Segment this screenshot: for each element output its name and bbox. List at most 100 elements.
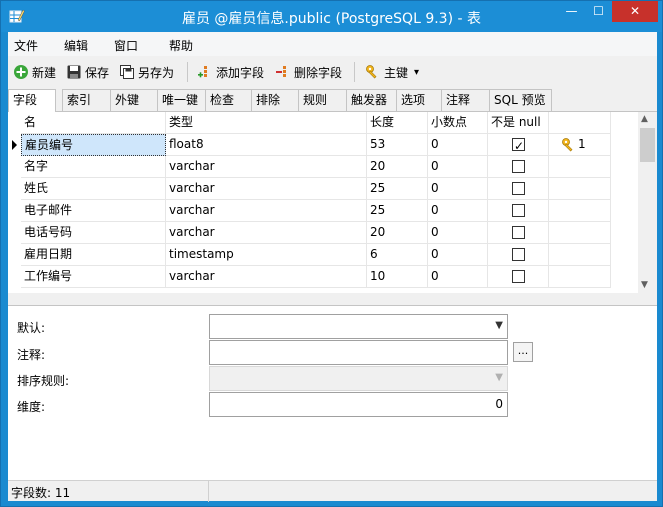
cell-type[interactable]: timestamp (166, 244, 367, 266)
column-header-decimals[interactable]: 小数点 (428, 112, 488, 134)
current-row-icon (12, 140, 17, 150)
tab-sql-preview[interactable]: SQL 预览 (489, 89, 552, 111)
cell-type[interactable]: float8 (166, 134, 367, 156)
cell-key[interactable] (549, 178, 611, 200)
cell-type[interactable]: varchar (166, 178, 367, 200)
tab-comments[interactable]: 注释 (441, 89, 490, 111)
not-null-checkbox[interactable] (512, 270, 525, 283)
menu-window[interactable]: 窗口 (114, 37, 138, 54)
cell-name[interactable]: 姓氏 (21, 178, 166, 200)
row-indicator[interactable] (8, 178, 21, 200)
row-indicator[interactable] (8, 244, 21, 266)
cell-length[interactable]: 10 (367, 266, 428, 288)
cell-name[interactable]: 工作编号 (21, 266, 166, 288)
cell-key[interactable] (549, 222, 611, 244)
fields-grid[interactable]: 名 类型 长度 小数点 不是 null 雇员编号float85301名字varc… (8, 112, 638, 294)
tab-foreign-keys[interactable]: 外键 (110, 89, 158, 111)
menu-edit[interactable]: 编辑 (64, 37, 88, 54)
cell-key[interactable] (549, 156, 611, 178)
cell-name[interactable]: 电话号码 (21, 222, 166, 244)
cell-decimals[interactable]: 0 (428, 156, 488, 178)
default-select[interactable]: ▼ (209, 314, 508, 339)
not-null-checkbox[interactable] (512, 182, 525, 195)
cell-decimals[interactable]: 0 (428, 244, 488, 266)
cell-type[interactable]: varchar (166, 222, 367, 244)
cell-length[interactable]: 25 (367, 178, 428, 200)
cell-key[interactable] (549, 244, 611, 266)
cell-decimals[interactable]: 0 (428, 266, 488, 288)
cell-length[interactable]: 20 (367, 156, 428, 178)
comment-ellipsis-button[interactable]: ... (513, 342, 533, 362)
menu-help[interactable]: 帮助 (169, 37, 193, 54)
close-button[interactable]: ✕ (612, 1, 658, 22)
tab-checks[interactable]: 检查 (205, 89, 252, 111)
not-null-checkbox[interactable] (512, 248, 525, 261)
cell-decimals[interactable]: 0 (428, 134, 488, 156)
scrollbar-thumb[interactable] (640, 128, 655, 162)
add-field-button[interactable]: 添加字段 (197, 62, 264, 82)
column-header-length[interactable]: 长度 (367, 112, 428, 134)
title-bar[interactable]: 雇员 @雇员信息.public (PostgreSQL 9.3) - 表 — ☐… (1, 1, 662, 32)
field-properties-pane: 默认: ▼ 注释: ... 排序规则: ▼ 维度: 0 (8, 305, 657, 480)
cell-decimals[interactable]: 0 (428, 200, 488, 222)
scroll-down-icon[interactable]: ▼ (641, 280, 648, 290)
chevron-down-icon[interactable]: ▾ (414, 67, 419, 78)
dimension-input[interactable]: 0 (209, 392, 508, 417)
cell-key[interactable] (549, 266, 611, 288)
column-header-not-null[interactable]: 不是 null (488, 112, 549, 134)
cell-key[interactable] (549, 200, 611, 222)
new-icon (14, 65, 28, 79)
column-header-name[interactable]: 名 (21, 112, 166, 134)
tab-unique-keys[interactable]: 唯一键 (157, 89, 206, 111)
cell-name[interactable]: 雇用日期 (21, 244, 166, 266)
minimize-button[interactable]: — (558, 1, 585, 22)
row-indicator[interactable] (8, 156, 21, 178)
vertical-scrollbar[interactable]: ▲ ▼ (638, 112, 657, 294)
cell-name[interactable]: 雇员编号 (21, 134, 166, 156)
not-null-checkbox[interactable] (512, 226, 525, 239)
cell-length[interactable]: 6 (367, 244, 428, 266)
scroll-up-icon[interactable]: ▲ (641, 114, 648, 124)
primary-key-button[interactable]: 主键 ▾ (365, 62, 419, 82)
not-null-checkbox[interactable] (512, 160, 525, 173)
dimension-value: 0 (495, 397, 503, 411)
delete-field-button[interactable]: 删除字段 (275, 62, 342, 82)
cell-name[interactable]: 名字 (21, 156, 166, 178)
tab-rules[interactable]: 规则 (298, 89, 347, 111)
row-indicator[interactable] (8, 266, 21, 288)
tab-options[interactable]: 选项 (396, 89, 442, 111)
row-indicator[interactable] (8, 200, 21, 222)
tab-fields[interactable]: 字段 (8, 89, 56, 112)
column-header-key[interactable] (549, 112, 611, 134)
tab-indexes[interactable]: 索引 (62, 89, 111, 111)
toolbar: 新建 保存 另存为 添加字段 删除字段 主键 ▾ (8, 56, 657, 89)
cell-decimals[interactable]: 0 (428, 222, 488, 244)
row-indicator[interactable] (8, 222, 21, 244)
not-null-checkbox[interactable] (512, 204, 525, 217)
maximize-button[interactable]: ☐ (585, 1, 612, 22)
save-button[interactable]: 保存 (66, 62, 109, 82)
column-header-type[interactable]: 类型 (166, 112, 367, 134)
cell-decimals[interactable]: 0 (428, 178, 488, 200)
new-button[interactable]: 新建 (13, 62, 56, 82)
tab-triggers[interactable]: 触发器 (346, 89, 397, 111)
primary-key-label: 主键 (384, 65, 409, 80)
menu-file[interactable]: 文件 (14, 37, 38, 54)
add-field-label: 添加字段 (216, 65, 265, 80)
cell-type[interactable]: varchar (166, 156, 367, 178)
tab-excludes[interactable]: 排除 (251, 89, 299, 111)
cell-type[interactable]: varchar (166, 200, 367, 222)
cell-length[interactable]: 53 (367, 134, 428, 156)
save-as-button[interactable]: 另存为 (119, 62, 174, 82)
row-indicator[interactable] (8, 134, 21, 156)
delete-field-label: 删除字段 (294, 65, 343, 80)
cell-key[interactable]: 1 (549, 134, 611, 156)
tab-strip: 字段 索引 外键 唯一键 检查 排除 规则 触发器 选项 注释 SQL 预览 (8, 89, 657, 112)
comment-input[interactable] (209, 340, 508, 365)
cell-type[interactable]: varchar (166, 266, 367, 288)
key-position: 1 (578, 137, 586, 151)
cell-length[interactable]: 25 (367, 200, 428, 222)
not-null-checkbox[interactable] (512, 136, 525, 155)
cell-length[interactable]: 20 (367, 222, 428, 244)
cell-name[interactable]: 电子邮件 (21, 200, 166, 222)
